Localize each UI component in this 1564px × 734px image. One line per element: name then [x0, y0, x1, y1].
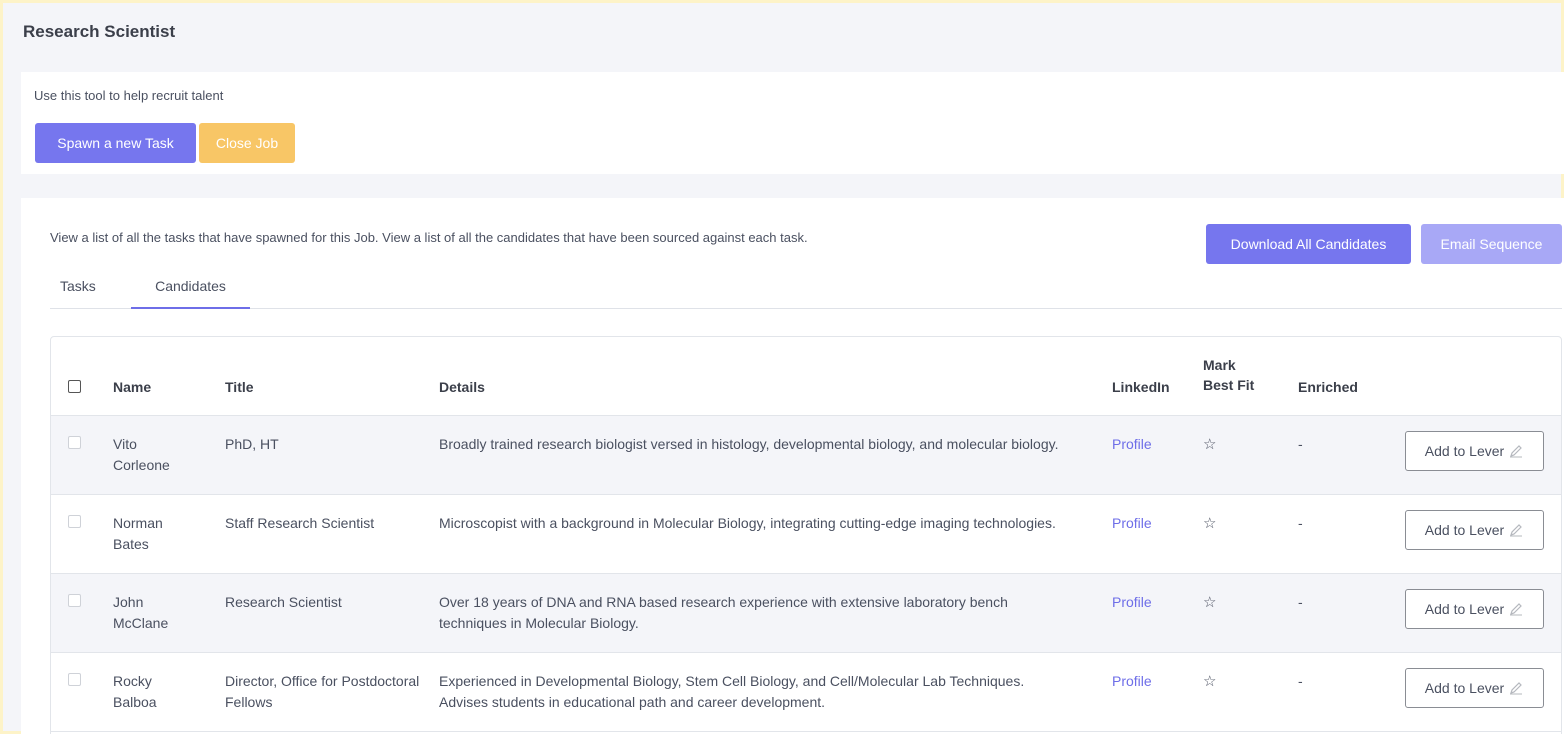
- column-header-best-fit: Mark Best Fit: [1203, 337, 1298, 416]
- enriched-value: -: [1298, 573, 1405, 653]
- linkedin-profile-link[interactable]: Profile: [1112, 673, 1152, 689]
- linkedin-profile-link[interactable]: Profile: [1112, 515, 1152, 531]
- candidate-details: Experienced in Developmental Biology, St…: [439, 652, 1112, 732]
- star-outline-icon[interactable]: ☆: [1203, 436, 1216, 453]
- add-to-lever-button[interactable]: Add to Lever: [1405, 588, 1544, 629]
- close-job-button[interactable]: Close Job: [199, 123, 295, 163]
- add-to-lever-button[interactable]: Add to Lever: [1405, 430, 1544, 471]
- add-to-lever-button[interactable]: Add to Lever: [1405, 509, 1544, 550]
- candidate-first-name: Rocky: [113, 672, 152, 689]
- candidate-title: Director, Office for Postdoctoral Fellow…: [225, 652, 439, 732]
- intro-text: Use this tool to help recruit talent: [34, 88, 224, 103]
- column-header-details: Details: [439, 337, 1112, 416]
- add-to-lever-label: Add to Lever: [1424, 442, 1505, 459]
- candidate-last-name: Bates: [113, 535, 149, 552]
- star-outline-icon[interactable]: ☆: [1203, 594, 1216, 611]
- tab-tasks[interactable]: Tasks: [60, 269, 96, 309]
- linkedin-profile-link[interactable]: Profile: [1112, 436, 1152, 452]
- enriched-value: -: [1298, 415, 1405, 495]
- spawn-task-button[interactable]: Spawn a new Task: [35, 123, 196, 163]
- email-sequence-button[interactable]: Email Sequence: [1421, 224, 1562, 264]
- candidate-title: PhD, HT: [225, 415, 439, 495]
- enriched-value: -: [1298, 494, 1405, 574]
- candidate-first-name: John: [113, 593, 144, 610]
- add-to-lever-label: Add to Lever: [1424, 521, 1505, 538]
- candidate-first-name: Vito: [113, 435, 137, 452]
- candidate-name: Vito Corleone: [113, 415, 225, 495]
- table-row: Rocky Balboa Director, Office for Postdo…: [51, 652, 1561, 732]
- tab-candidates[interactable]: Candidates: [131, 269, 250, 309]
- intro-panel: Use this tool to help recruit talent Spa…: [21, 72, 1564, 174]
- candidate-name: Rocky Balboa: [113, 652, 225, 732]
- page-header: Research Scientist: [3, 3, 1561, 65]
- add-to-lever-button[interactable]: Add to Lever: [1405, 667, 1544, 708]
- column-header-title: Title: [225, 337, 439, 416]
- column-header-enriched: Enriched: [1298, 337, 1405, 416]
- row-checkbox[interactable]: [68, 514, 81, 528]
- add-to-lever-label: Add to Lever: [1424, 679, 1505, 696]
- column-header-name: Name: [113, 337, 225, 416]
- tab-bar: Tasks Candidates: [50, 269, 1562, 309]
- column-header-linkedin: LinkedIn: [1112, 337, 1203, 416]
- candidate-first-name: Norman: [113, 514, 163, 531]
- candidate-title: Research Scientist: [225, 573, 439, 653]
- candidate-details: Broadly trained research biologist verse…: [439, 415, 1112, 495]
- candidate-name: Norman Bates: [113, 494, 225, 574]
- candidates-table: Name Title Details LinkedIn Mark Best Fi…: [50, 336, 1562, 734]
- candidates-panel: View a list of all the tasks that have s…: [21, 198, 1564, 734]
- star-outline-icon[interactable]: ☆: [1203, 673, 1216, 690]
- page-title: Research Scientist: [23, 22, 176, 41]
- pencil-icon: [1510, 523, 1523, 536]
- candidate-last-name: Balboa: [113, 693, 157, 710]
- enriched-value: -: [1298, 652, 1405, 732]
- best-fit-header-line2: Best Fit: [1203, 376, 1255, 393]
- table-row: John McClane Research Scientist Over 18 …: [51, 573, 1561, 653]
- add-to-lever-label: Add to Lever: [1424, 600, 1505, 617]
- star-outline-icon[interactable]: ☆: [1203, 515, 1216, 532]
- select-all-checkbox[interactable]: [68, 379, 81, 393]
- panel-description: View a list of all the tasks that have s…: [50, 230, 808, 245]
- table-header-row: Name Title Details LinkedIn Mark Best Fi…: [51, 337, 1561, 416]
- pencil-icon: [1510, 681, 1523, 694]
- row-checkbox[interactable]: [68, 672, 81, 686]
- linkedin-profile-link[interactable]: Profile: [1112, 594, 1152, 610]
- table-row: Vito Corleone PhD, HT Broadly trained re…: [51, 415, 1561, 495]
- row-checkbox[interactable]: [68, 593, 81, 607]
- download-all-candidates-button[interactable]: Download All Candidates: [1206, 224, 1411, 264]
- best-fit-header-line1: Mark: [1203, 356, 1236, 373]
- candidate-last-name: Corleone: [113, 456, 170, 473]
- candidate-details: Microscopist with a background in Molecu…: [439, 494, 1112, 574]
- pencil-icon: [1510, 444, 1523, 457]
- candidate-details: Over 18 years of DNA and RNA based resea…: [439, 573, 1112, 653]
- pencil-icon: [1510, 602, 1523, 615]
- row-checkbox[interactable]: [68, 435, 81, 449]
- table-row: Norman Bates Staff Research Scientist Mi…: [51, 494, 1561, 574]
- candidate-title: Staff Research Scientist: [225, 494, 439, 574]
- candidate-last-name: McClane: [113, 614, 169, 631]
- candidate-name: John McClane: [113, 573, 225, 653]
